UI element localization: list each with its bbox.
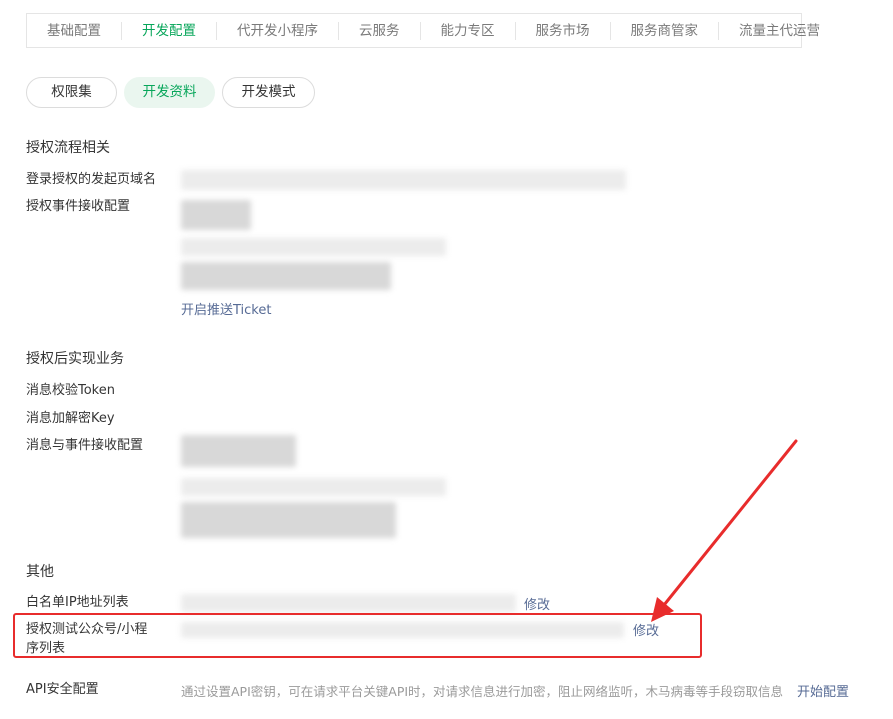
annotation-arrow-icon (651, 439, 798, 622)
